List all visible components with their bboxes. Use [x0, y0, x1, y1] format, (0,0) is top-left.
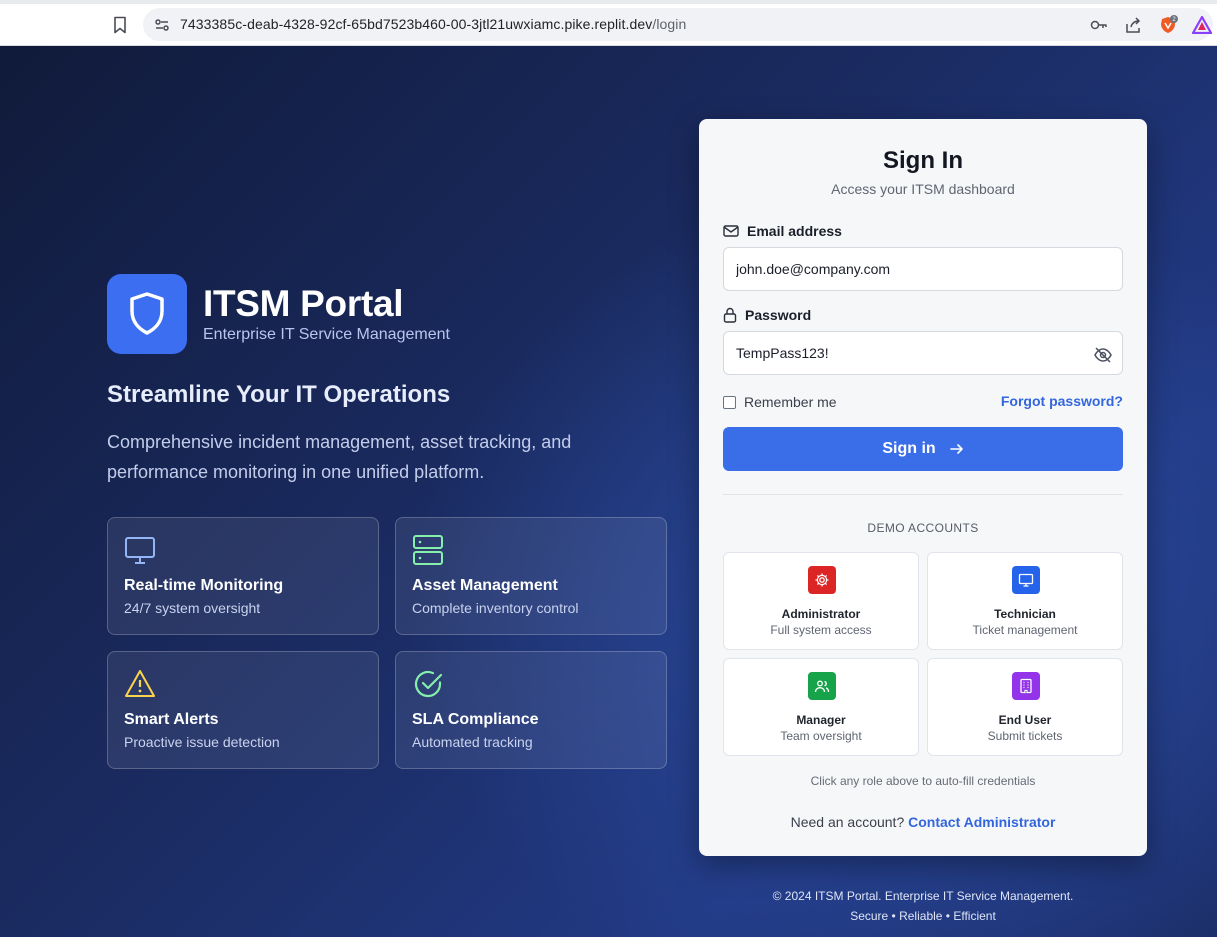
feature-title: SLA Compliance — [412, 711, 539, 728]
feature-desc: Complete inventory control — [412, 600, 579, 616]
password-input[interactable] — [723, 331, 1123, 375]
brand-title: ITSM Portal — [203, 283, 404, 324]
role-desc: Team oversight — [780, 729, 862, 743]
divider — [723, 494, 1123, 495]
footer-tagline: Secure • Reliable • Efficient — [850, 909, 996, 923]
url-path: /login — [652, 16, 687, 32]
signin-subtitle: Access your ITSM dashboard — [831, 181, 1015, 197]
hero-headline: Streamline Your IT Operations — [107, 381, 451, 408]
remember-label: Remember me — [744, 394, 837, 410]
alert-triangle-icon — [124, 668, 156, 700]
bookmark-icon[interactable] — [110, 14, 130, 36]
password-label: Password — [723, 307, 811, 323]
share-icon[interactable] — [1123, 15, 1143, 35]
brave-rewards-icon[interactable] — [1192, 15, 1212, 35]
role-card-technician[interactable]: Technician Ticket management — [927, 552, 1123, 650]
hero-lead: Comprehensive incident management, asset… — [107, 432, 572, 482]
eye-off-icon[interactable] — [1093, 345, 1113, 365]
brave-shield-icon[interactable]: 2 — [1158, 15, 1178, 35]
role-desc: Ticket management — [972, 623, 1078, 637]
server-icon — [412, 534, 444, 566]
feature-card-monitoring: Real-time Monitoring 24/7 system oversig… — [107, 517, 379, 635]
email-label: Email address — [723, 223, 842, 239]
site-info-icon[interactable] — [153, 16, 171, 34]
check-circle-icon — [412, 668, 444, 700]
feature-title: Real-time Monitoring — [124, 577, 284, 594]
key-icon[interactable] — [1089, 15, 1109, 35]
email-input[interactable] — [723, 247, 1123, 291]
role-name: Technician — [994, 607, 1056, 621]
role-card-administrator[interactable]: Administrator Full system access — [723, 552, 919, 650]
role-desc: Submit tickets — [987, 729, 1063, 743]
remember-checkbox[interactable] — [723, 395, 736, 409]
signin-button-label: Sign in — [882, 440, 936, 457]
building-icon — [1012, 672, 1040, 700]
feature-desc: Proactive issue detection — [124, 734, 280, 750]
gear-icon — [808, 566, 836, 594]
role-card-manager[interactable]: Manager Team oversight — [723, 658, 919, 756]
need-account: Need an account? Contact Administrator — [699, 814, 1147, 830]
forgot-password-link[interactable]: Forgot password? — [1001, 393, 1123, 409]
role-card-end-user[interactable]: End User Submit tickets — [927, 658, 1123, 756]
brand-logo — [107, 274, 187, 354]
demo-accounts-heading: DEMO ACCOUNTS — [867, 521, 979, 535]
feature-card-sla: SLA Compliance Automated tracking — [395, 651, 667, 769]
monitor-icon — [124, 534, 156, 566]
signin-card: Sign In Access your ITSM dashboard Email… — [699, 119, 1147, 856]
need-account-text: Need an account? — [790, 814, 905, 830]
role-name: Administrator — [781, 607, 861, 621]
role-desc: Full system access — [770, 623, 872, 637]
feature-title: Smart Alerts — [124, 711, 219, 728]
brand-subtitle: Enterprise IT Service Management — [203, 326, 450, 343]
footer-copyright: © 2024 ITSM Portal. Enterprise IT Servic… — [772, 889, 1074, 903]
contact-admin-link[interactable]: Contact Administrator — [908, 814, 1055, 830]
feature-title: Asset Management — [412, 577, 558, 594]
feature-desc: Automated tracking — [412, 734, 533, 750]
monitor-icon — [1012, 566, 1040, 594]
password-label-text: Password — [745, 307, 812, 323]
mail-icon — [723, 225, 739, 237]
feature-desc: 24/7 system oversight — [124, 600, 261, 616]
lock-icon — [723, 307, 737, 323]
arrow-right-icon — [949, 444, 963, 454]
remember-me[interactable]: Remember me — [723, 394, 837, 410]
autofill-hint: Click any role above to auto-fill creden… — [810, 774, 1036, 788]
role-name: End User — [998, 713, 1052, 727]
browser-toolbar: 7433385c-deab-4328-92cf-65bd7523b460-00-… — [0, 0, 1217, 46]
role-name: Manager — [796, 713, 846, 727]
tab-strip-edge — [0, 0, 1217, 4]
email-label-text: Email address — [747, 223, 842, 239]
address-bar[interactable]: 7433385c-deab-4328-92cf-65bd7523b460-00-… — [143, 8, 1213, 41]
url-text[interactable]: 7433385c-deab-4328-92cf-65bd7523b460-00-… — [180, 16, 686, 32]
url-host: 7433385c-deab-4328-92cf-65bd7523b460-00-… — [180, 16, 653, 32]
signin-title: Sign In — [883, 147, 963, 174]
feature-card-assets: Asset Management Complete inventory cont… — [395, 517, 667, 635]
users-icon — [808, 672, 836, 700]
feature-card-alerts: Smart Alerts Proactive issue detection — [107, 651, 379, 769]
shield-icon — [130, 292, 164, 335]
signin-button[interactable]: Sign in — [723, 427, 1123, 471]
